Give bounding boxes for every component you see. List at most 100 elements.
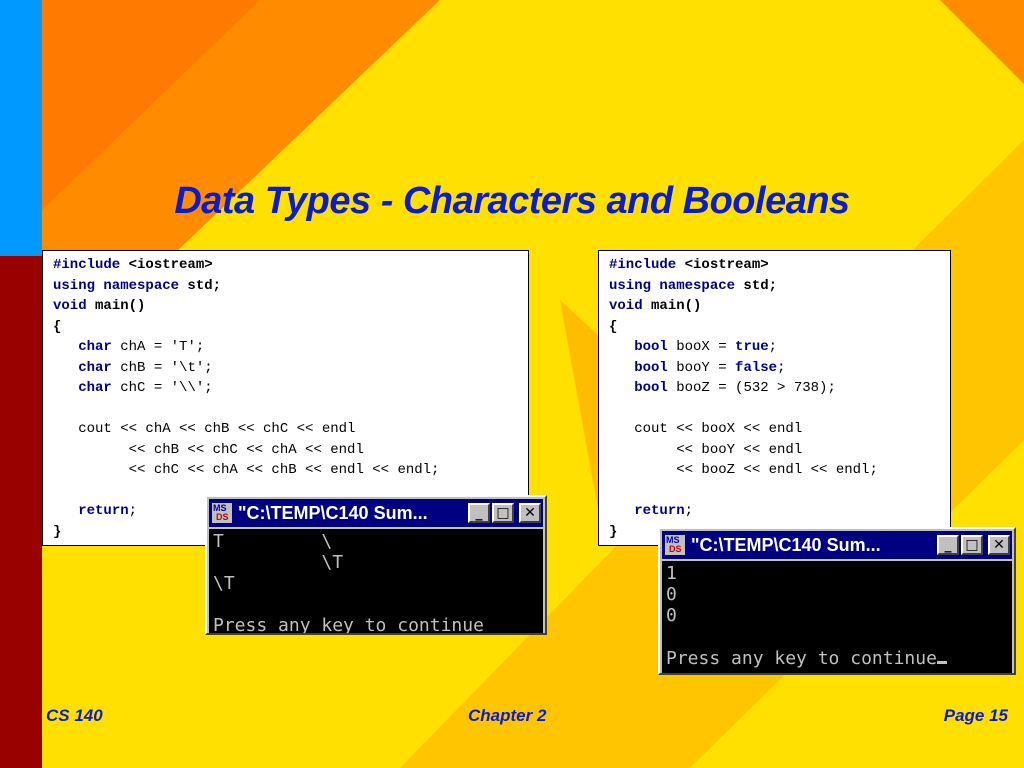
code-line: {: [53, 317, 518, 338]
code-keyword: true: [735, 339, 769, 355]
footer-chapter: Chapter 2: [468, 706, 547, 725]
code-text: main(): [642, 298, 702, 314]
code-line: return;: [609, 501, 940, 522]
code-keyword: char: [78, 339, 112, 355]
code-text: booZ = (532 > 738);: [667, 380, 836, 396]
code-text: main(): [86, 298, 146, 314]
minimize-button[interactable]: _: [468, 503, 490, 523]
code-line: bool booY = false;: [609, 358, 940, 379]
console-output: 1 0 0 Press any key to continue: [662, 561, 1012, 673]
code-listing-booleans: #include <iostream> using namespace std; v…: [598, 250, 951, 546]
code-text: }: [609, 523, 618, 540]
console-output-text: 1 0 0 Press any key to continue: [666, 563, 937, 669]
msdos-icon-ds: DS: [669, 544, 682, 554]
code-text: booY =: [667, 359, 736, 376]
code-keyword: bool: [634, 339, 668, 355]
code-line: char chB = '\t';: [53, 358, 518, 379]
code-line: bool booZ = (532 > 738);: [609, 378, 940, 399]
code-keyword: bool: [634, 380, 668, 396]
minimize-button[interactable]: _: [937, 535, 959, 555]
code-text: std;: [179, 277, 222, 294]
code-line: using namespace std;: [609, 276, 940, 297]
code-line: #include <iostream>: [609, 255, 940, 276]
console-window-characters[interactable]: MS DS "C:\TEMP\C140 Sum... _ □ ✕ T \ \T …: [205, 495, 547, 635]
code-text: chA = 'T';: [111, 339, 205, 355]
code-keyword: char: [78, 380, 112, 396]
console-title-bar[interactable]: MS DS "C:\TEMP\C140 Sum... _ □ ✕: [662, 531, 1012, 559]
msdos-icon: MS DS: [212, 503, 232, 523]
code-text: cout << chA << chB << chC << endl: [53, 421, 356, 437]
code-text: cout << booX << endl: [609, 421, 803, 437]
code-text: }: [53, 523, 62, 540]
console-output: T \ \T \T Press any key to continue: [209, 529, 543, 633]
code-keyword: char: [78, 359, 112, 376]
code-line: using namespace std;: [53, 276, 518, 297]
console-title-text: "C:\TEMP\C140 Sum...: [691, 534, 881, 555]
code-text: << booY << endl: [609, 441, 803, 458]
code-text: << booZ << endl << endl;: [609, 462, 878, 478]
code-text: << chC << chA << chB << endl << endl;: [53, 462, 440, 478]
code-text: << chB << chC << chA << endl: [53, 441, 364, 458]
close-button[interactable]: ✕: [988, 535, 1010, 555]
msdos-icon: MS DS: [665, 535, 685, 555]
text-cursor: [936, 647, 947, 664]
code-line: << chC << chA << chB << endl << endl;: [53, 460, 518, 481]
maximize-button[interactable]: □: [492, 503, 514, 523]
code-line: cout << booX << endl: [609, 419, 940, 440]
code-keyword: #include: [53, 257, 121, 273]
code-text: ;: [128, 503, 138, 519]
code-keyword: bool: [634, 359, 668, 376]
code-keyword: return: [634, 503, 685, 519]
code-keyword: void: [53, 298, 87, 314]
code-text: chB = '\t';: [111, 359, 213, 376]
code-text: <iostream>: [120, 257, 213, 273]
code-line: void main(): [609, 296, 940, 317]
code-line: << booY << endl: [609, 440, 940, 461]
code-line: #include <iostream>: [53, 255, 518, 276]
slide-title: Data Types - Characters and Booleans: [174, 180, 850, 222]
code-line: bool booX = true;: [609, 337, 940, 358]
code-line: << chB << chC << chA << endl: [53, 440, 518, 461]
code-line: cout << chA << chB << chC << endl: [53, 419, 518, 440]
code-text: {: [609, 318, 618, 335]
code-line: << booZ << endl << endl;: [609, 460, 940, 481]
code-line: char chA = 'T';: [53, 337, 518, 358]
msdos-icon-ds: DS: [216, 512, 229, 522]
code-text: booX =: [667, 339, 736, 355]
code-keyword: #include: [609, 257, 677, 273]
code-text: std;: [735, 277, 778, 294]
maximize-button[interactable]: □: [961, 535, 983, 555]
code-keyword: using namespace: [609, 277, 736, 294]
code-line: {: [609, 317, 940, 338]
code-text: {: [53, 318, 62, 335]
code-text: chC = '\\';: [111, 380, 213, 396]
code-line: void main(): [53, 296, 518, 317]
code-text: <iostream>: [676, 257, 769, 273]
code-keyword: void: [609, 298, 643, 314]
code-keyword: false: [735, 359, 778, 376]
code-keyword: return: [78, 503, 129, 519]
console-title-text: "C:\TEMP\C140 Sum...: [238, 502, 428, 523]
footer-course: CS 140: [46, 706, 103, 725]
side-bar-red: [0, 256, 42, 768]
code-text: ;: [684, 503, 694, 519]
code-line: char chC = '\\';: [53, 378, 518, 399]
console-window-booleans[interactable]: MS DS "C:\TEMP\C140 Sum... _ □ ✕ 1 0 0 P…: [658, 527, 1016, 675]
close-button[interactable]: ✕: [519, 503, 541, 523]
console-title-bar[interactable]: MS DS "C:\TEMP\C140 Sum... _ □ ✕: [209, 499, 543, 527]
footer-page: Page 15: [943, 706, 1008, 725]
code-text: ;: [777, 359, 786, 376]
code-keyword: using namespace: [53, 277, 180, 294]
code-text: ;: [768, 339, 778, 355]
